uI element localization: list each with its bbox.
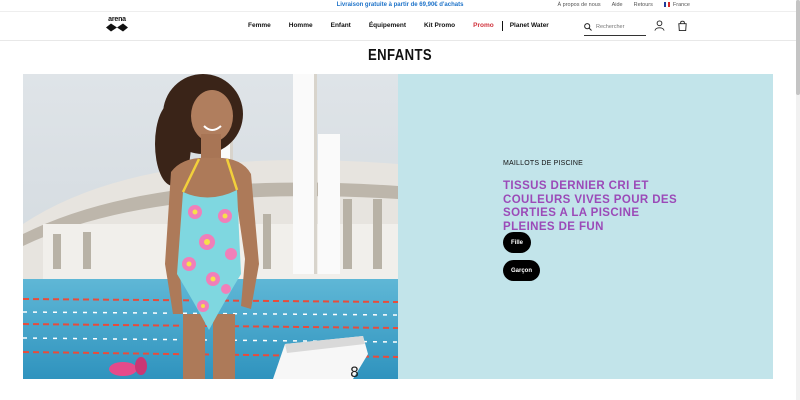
country-label: France <box>672 2 690 8</box>
cart-bag-icon[interactable] <box>677 20 688 31</box>
search-box[interactable] <box>584 19 646 36</box>
nav-kit-promo[interactable]: Kit Promo <box>424 22 455 31</box>
scrollbar-thumb[interactable] <box>796 0 800 95</box>
page-title: ENFANTS <box>367 47 433 64</box>
search-input[interactable] <box>596 24 642 30</box>
girls-button[interactable]: Fille <box>503 232 531 253</box>
nav-femme[interactable]: Femme <box>248 22 271 31</box>
search-icon <box>584 23 592 31</box>
nav-divider <box>501 21 503 31</box>
nav-promo[interactable]: Promo <box>473 22 494 31</box>
lane-number-label: 8 <box>350 365 359 379</box>
top-bar: Livraison gratuite à partir de 69,90€ d'… <box>0 0 800 12</box>
hero-text-panel: MAILLOTS DE PISCINE TISSUS DERNIER CRI E… <box>398 74 773 379</box>
hero-image: 8 <box>23 74 398 379</box>
account-icon[interactable] <box>654 20 665 31</box>
utility-links: À propos de nous Aide Retours France <box>557 2 690 8</box>
country-selector[interactable]: France <box>663 2 690 8</box>
logo-wordmark: arena <box>108 16 126 23</box>
main-nav: Femme Homme Enfant Équipement Kit Promo … <box>248 21 567 31</box>
arena-logo[interactable]: arena <box>104 16 130 38</box>
returns-link[interactable]: Retours <box>634 2 653 8</box>
help-link[interactable]: Aide <box>612 2 623 8</box>
nav-enfant[interactable]: Enfant <box>331 22 351 31</box>
hero-kicker: MAILLOTS DE PISCINE <box>503 160 584 167</box>
nav-homme[interactable]: Homme <box>289 22 313 31</box>
boys-button[interactable]: Garçon <box>503 260 540 281</box>
france-flag-icon <box>663 2 670 7</box>
diamond-logo-icon <box>106 23 128 32</box>
girl-swimsuit-photo: 8 <box>23 74 398 379</box>
nav-planet-water[interactable]: Planet Water <box>510 22 549 31</box>
about-link[interactable]: À propos de nous <box>557 2 600 8</box>
nav-equipement[interactable]: Équipement <box>369 22 406 31</box>
hero-headline: TISSUS DERNIER CRI ET COULEURS VIVES POU… <box>503 180 678 233</box>
main-header: arena Femme Homme Enfant Équipement Kit … <box>0 12 800 41</box>
